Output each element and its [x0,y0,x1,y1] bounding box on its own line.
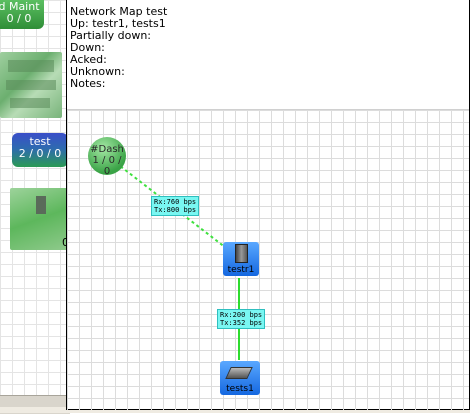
map-thumbnail-2[interactable] [10,188,68,250]
down-line: Down: [70,41,105,54]
server-tower-icon [235,244,248,263]
test-node-counts: 2 / 0 / 0 [18,147,62,160]
link1-rx: Rx:760 bps [154,198,197,206]
host-tests1-label: tests1 [226,384,254,394]
partially-down-line: Partially down: [70,29,152,42]
link-label-2: Rx:200 bps Tx:352 bps [217,309,266,329]
test-node-label: test [29,135,51,148]
notes-line: Notes: [70,77,106,90]
link-label-1: Rx:760 bps Tx:800 bps [151,196,200,216]
acked-line: Acked: [70,53,107,66]
host-testr1-label: testr1 [227,265,255,275]
network-map-popup: Network Map test Up: testr1, tests1 Part… [66,0,470,410]
map-canvas[interactable]: #Dash 1 / 0 / 0 Rx:760 bps Tx:800 bps te… [67,110,469,410]
host-testr1[interactable]: testr1 [223,242,259,276]
map-info-panel: Network Map test Up: testr1, tests1 Part… [67,0,469,110]
dash-node-counts: 1 / 0 / 0 [92,155,122,177]
link1-tx: Tx:800 bps [154,206,197,214]
device-icon [36,196,46,214]
dash-node-label: #Dash [90,144,124,155]
switch-device-icon [225,367,253,379]
map-thumbnail-1[interactable] [0,52,62,118]
maint-node[interactable]: d Maint 0 / 0 [0,0,44,29]
unknown-line: Unknown: [70,65,125,78]
link2-rx: Rx:200 bps [220,311,263,319]
dash-map-node[interactable]: #Dash 1 / 0 / 0 [88,137,126,177]
test-map-node[interactable]: test 2 / 0 / 0 [12,133,68,167]
maint-node-counts: 0 / 0 [6,12,32,25]
link2-tx: Tx:352 bps [220,319,263,327]
host-tests1[interactable]: tests1 [220,361,260,395]
map-links [110,158,240,360]
